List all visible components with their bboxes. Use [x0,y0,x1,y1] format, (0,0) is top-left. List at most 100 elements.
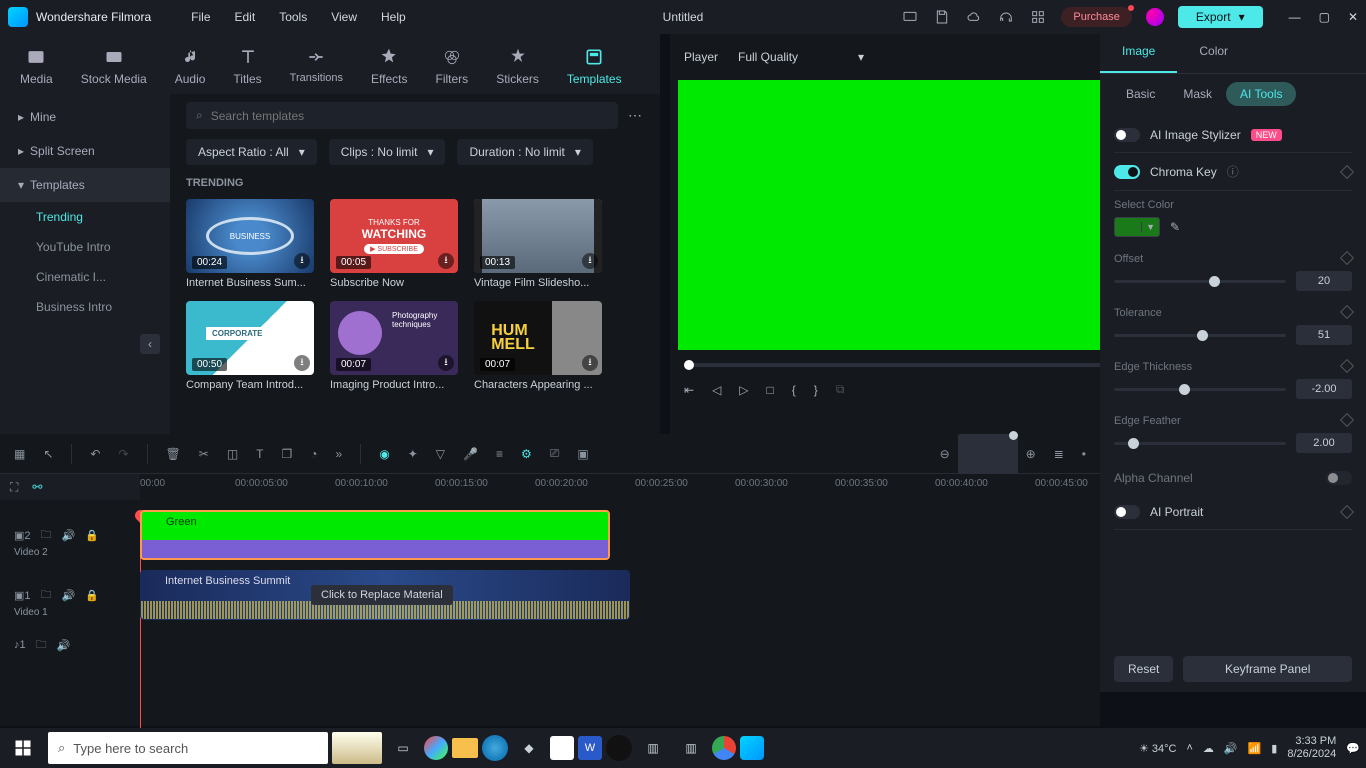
app-icon-3[interactable]: ▥ [636,731,670,765]
download-icon[interactable]: ⭳ [438,355,454,371]
voiceover-icon[interactable]: 🎤 [463,447,478,461]
menu-tools[interactable]: Tools [279,10,307,24]
zoom-out-button[interactable]: ⊖ [940,447,950,461]
tolerance-value[interactable]: 51 [1296,325,1352,345]
volume-icon[interactable]: 🔊 [57,639,71,652]
fit-icon[interactable]: ⛶ [10,480,18,495]
template-card[interactable]: THANKS FORWATCHING▶ SUBSCRIBE00:05⭳Subsc… [330,199,458,289]
tab-stickers[interactable]: Stickers [496,42,539,86]
save-icon[interactable] [933,8,951,26]
volume-icon[interactable]: 🔊 [62,589,76,602]
link-icon[interactable]: ⚯ [32,480,42,494]
taskbar-search[interactable]: ⌕Type here to search [48,732,328,764]
download-icon[interactable]: ⭳ [294,253,310,269]
mark-in-button[interactable]: { [792,383,796,397]
explorer-icon[interactable] [452,738,478,758]
word-icon[interactable]: W [578,736,602,760]
weather-widget[interactable]: ☀ 34°C [1139,742,1177,755]
settings-dot-icon[interactable]: • [1082,447,1086,461]
keyframe-diamond[interactable] [1340,164,1354,178]
template-card[interactable]: Photographytechniques00:07⭳Imaging Produ… [330,301,458,391]
task-view-icon[interactable]: ▭ [386,731,420,765]
tolerance-slider[interactable] [1114,334,1286,337]
stop-button[interactable]: □ [767,383,774,397]
screen-icon[interactable] [901,8,919,26]
download-icon[interactable]: ⭳ [294,355,310,371]
text-button[interactable]: T [256,447,263,461]
undo-button[interactable]: ↶ [90,447,100,461]
tab-media[interactable]: Media [20,42,53,86]
template-card[interactable]: HUMMELL00:07⭳Characters Appearing ... [474,301,602,391]
filter-aspect[interactable]: Aspect Ratio : All▾ [186,139,317,165]
thickness-slider[interactable] [1114,388,1286,391]
collapse-nav-button[interactable]: ‹ [140,334,160,354]
audio-sync-icon[interactable]: ≡ [496,447,503,461]
cloud-icon[interactable] [965,8,983,26]
side-sub-trending[interactable]: Trending [0,202,170,232]
record-icon[interactable]: ⎚ [550,446,560,461]
color-picker[interactable]: ▼ [1114,217,1160,237]
user-avatar[interactable] [1146,8,1164,26]
download-icon[interactable]: ⭳ [582,253,598,269]
feather-slider[interactable] [1114,442,1286,445]
list-view-icon[interactable]: ≣ [1054,447,1064,461]
more-options-button[interactable]: ⋯ [628,107,644,124]
search-box[interactable]: ⌕ [186,102,618,129]
edge-icon[interactable] [482,735,508,761]
lock-icon[interactable]: 🔒 [85,529,99,542]
wifi-icon[interactable]: 📶 [1248,742,1262,755]
side-sub-youtube[interactable]: YouTube Intro [0,232,170,262]
side-mine[interactable]: ▸Mine [0,100,170,134]
store-icon[interactable] [550,736,574,760]
frame-icon[interactable]: ▣ [577,447,588,461]
delete-button[interactable]: 🗑 [166,447,181,461]
filter-duration[interactable]: Duration : No limit▾ [457,139,592,165]
search-input[interactable] [211,109,608,123]
menu-edit[interactable]: Edit [235,10,256,24]
volume-icon[interactable]: 🔊 [62,529,76,542]
prev-frame-button[interactable]: ⇤ [684,383,694,397]
cut-button[interactable]: ✂ [199,447,209,461]
template-card[interactable]: BUSINESS00:24⭳Internet Business Sum... [186,199,314,289]
ai-button[interactable]: ◉ [379,447,389,461]
download-icon[interactable]: ⭳ [582,355,598,371]
menu-help[interactable]: Help [381,10,406,24]
mark-out-button[interactable]: } [814,383,818,397]
notifications-icon[interactable]: 💬 [1346,742,1360,755]
cortana-widget[interactable] [332,732,382,764]
download-icon[interactable]: ⭳ [438,253,454,269]
tray-chevron-icon[interactable]: ˄ [1186,742,1192,754]
folder-icon[interactable]: 🗀 [41,586,52,605]
subtab-mask[interactable]: Mask [1169,82,1226,106]
help-icon[interactable]: ⓘ [1227,163,1239,180]
purchase-button[interactable]: Purchase [1061,7,1131,27]
marker-icon[interactable]: ▽ [436,447,445,461]
template-card[interactable]: CORPORATE00:50⭳Company Team Introd... [186,301,314,391]
insp-tab-image[interactable]: Image [1100,34,1177,73]
keyframe-diamond[interactable] [1340,359,1354,373]
app-icon-2[interactable] [606,735,632,761]
app-icon[interactable]: ◆ [512,731,546,765]
redo-button[interactable]: ↷ [118,447,128,461]
menu-view[interactable]: View [331,10,357,24]
side-templates[interactable]: ▾Templates [0,168,170,202]
copilot-icon[interactable] [424,736,448,760]
start-button[interactable] [6,731,40,765]
side-sub-cinematic[interactable]: Cinematic I... [0,262,170,292]
speed-icon[interactable]: ✦ [408,447,418,461]
clock[interactable]: 3:33 PM8/26/2024 [1287,735,1336,761]
time-ruler[interactable]: 00:00 00:00:05:00 00:00:10:00 00:00:15:0… [140,474,1100,500]
battery-icon[interactable]: ▮ [1271,742,1277,755]
keyframe-diamond[interactable] [1340,305,1354,319]
keyframe-panel-button[interactable]: Keyframe Panel [1183,656,1352,682]
crop-button[interactable]: ◫ [227,447,238,461]
close-icon[interactable]: ✕ [1348,10,1358,24]
maximize-icon[interactable]: ▢ [1319,10,1330,24]
tab-templates[interactable]: Templates [567,42,622,86]
tab-audio[interactable]: Audio [175,42,206,86]
folder-icon[interactable]: 🗀 [36,636,47,655]
offset-value[interactable]: 20 [1296,271,1352,291]
quality-dropdown[interactable]: Full Quality▾ [738,50,864,64]
reset-button[interactable]: Reset [1114,656,1173,682]
export-button[interactable]: Export▾ [1178,6,1263,28]
